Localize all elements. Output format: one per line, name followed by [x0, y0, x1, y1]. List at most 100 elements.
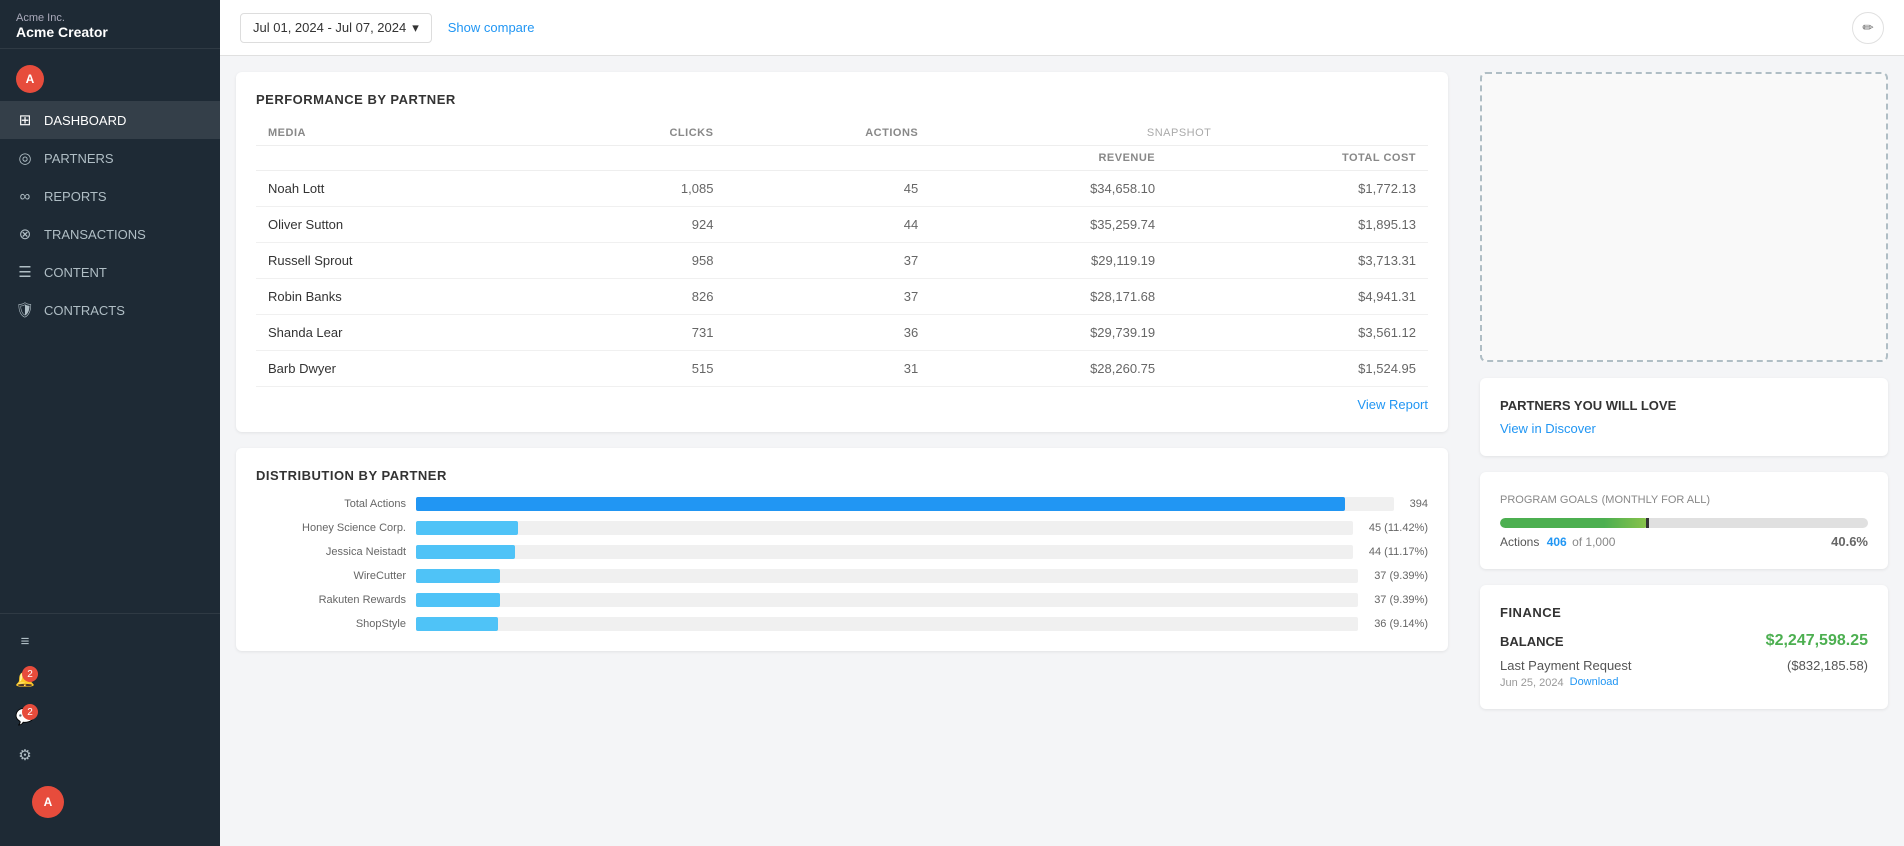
reports-icon: ∞: [16, 187, 34, 205]
col-total-cost: TOTAL COST: [1167, 146, 1428, 171]
sidebar-item-dashboard[interactable]: ⊞ DASHBOARD: [0, 101, 220, 139]
edit-button[interactable]: ✏: [1852, 12, 1884, 44]
performance-table-body: Noah Lott 1,085 45 $34,658.10 $1,772.13 …: [256, 171, 1428, 387]
sidebar-item-content[interactable]: ☰ CONTENT: [0, 253, 220, 291]
chat-wrap: 💬 2: [16, 708, 34, 726]
performance-card: PERFORMANCE BY PARTNER MEDIA CLICKS ACTI…: [236, 72, 1448, 432]
cell-clicks: 1,085: [545, 171, 726, 207]
cell-media: Oliver Sutton: [256, 207, 545, 243]
sidebar-item-transactions[interactable]: ⊗ TRANSACTIONS: [0, 215, 220, 253]
filter-icon: ≡: [16, 632, 34, 650]
dist-label: ShopStyle: [256, 618, 406, 630]
sidebar-notifications-row[interactable]: 🔔 2: [0, 660, 220, 698]
col-media: MEDIA: [256, 121, 545, 146]
sidebar-item-dashboard[interactable]: A: [0, 57, 220, 101]
partners-label: PARTNERS: [44, 151, 114, 166]
company-name: Acme Inc.: [16, 12, 204, 24]
dist-value: 44 (11.17%): [1369, 546, 1428, 558]
edit-icon: ✏: [1862, 20, 1873, 36]
dist-row: Jessica Neistadt44 (11.17%): [256, 545, 1428, 559]
cell-media: Shanda Lear: [256, 315, 545, 351]
main-panel: PERFORMANCE BY PARTNER MEDIA CLICKS ACTI…: [220, 56, 1464, 846]
sidebar-item-partners[interactable]: ◎ PARTNERS: [0, 139, 220, 177]
cell-media: Noah Lott: [256, 171, 545, 207]
cell-clicks: 826: [545, 279, 726, 315]
finance-card: FINANCE BALANCE $2,247,598.25 Last Payme…: [1480, 585, 1888, 709]
dist-bar-fill: [416, 545, 515, 559]
cell-actions: 31: [725, 351, 930, 387]
col-revenue: REVENUE: [930, 146, 1167, 171]
cell-revenue: $34,658.10: [930, 171, 1167, 207]
dist-bar-wrap: [416, 545, 1353, 559]
app-name: Acme Creator: [16, 24, 204, 40]
show-compare-button[interactable]: Show compare: [448, 20, 535, 35]
progress-bar-wrap: [1500, 518, 1868, 528]
view-report-button[interactable]: View Report: [1357, 397, 1428, 412]
download-link[interactable]: Download: [1570, 676, 1619, 688]
partners-love-title: PARTNERS YOU WILL LOVE: [1500, 398, 1868, 413]
topbar-right: ✏: [1852, 12, 1884, 44]
cell-actions: 37: [725, 279, 930, 315]
notifications-wrap: 🔔 2: [16, 670, 34, 688]
date-range-label: Jul 01, 2024 - Jul 07, 2024: [253, 20, 406, 35]
dist-label: Honey Science Corp.: [256, 522, 406, 534]
content-label: CONTENT: [44, 265, 107, 280]
performance-title: PERFORMANCE BY PARTNER: [256, 92, 1428, 107]
distribution-card: DISTRIBUTION BY PARTNER Total Actions394…: [236, 448, 1448, 651]
user-avatar[interactable]: A: [32, 786, 64, 818]
table-row: Oliver Sutton 924 44 $35,259.74 $1,895.1…: [256, 207, 1428, 243]
dist-bar-fill: [416, 593, 500, 607]
dist-label: Rakuten Rewards: [256, 594, 406, 606]
sidebar-chat-row[interactable]: 💬 2: [0, 698, 220, 736]
balance-amount: $2,247,598.25: [1766, 632, 1868, 650]
transactions-label: TRANSACTIONS: [44, 227, 146, 242]
sidebar: Acme Inc. Acme Creator A ⊞ DASHBOARD ◎ P…: [0, 0, 220, 846]
dist-row: Rakuten Rewards37 (9.39%): [256, 593, 1428, 607]
view-discover-button[interactable]: View in Discover: [1500, 421, 1596, 436]
contracts-label: CONTRACTS: [44, 303, 125, 318]
cell-actions: 37: [725, 243, 930, 279]
dist-value: 36 (9.14%): [1374, 618, 1428, 630]
sidebar-filter-icon-row[interactable]: ≡: [0, 622, 220, 660]
table-row: Robin Banks 826 37 $28,171.68 $4,941.31: [256, 279, 1428, 315]
cell-total-cost: $4,941.31: [1167, 279, 1428, 315]
progress-count: 406: [1547, 535, 1567, 549]
chat-badge: 2: [22, 704, 38, 720]
cell-revenue: $29,739.19: [930, 315, 1167, 351]
sidebar-settings-row[interactable]: ⚙: [0, 736, 220, 774]
content-area: PERFORMANCE BY PARTNER MEDIA CLICKS ACTI…: [220, 56, 1904, 846]
dist-bar-wrap: [416, 593, 1358, 607]
dist-bar-fill: [416, 497, 1345, 511]
cell-clicks: 515: [545, 351, 726, 387]
finance-title: FINANCE: [1500, 605, 1868, 620]
cell-clicks: 924: [545, 207, 726, 243]
dist-row: Total Actions394: [256, 497, 1428, 511]
partners-icon: ◎: [16, 149, 34, 167]
cell-revenue: $28,260.75: [930, 351, 1167, 387]
cell-media: Russell Sprout: [256, 243, 545, 279]
sidebar-nav: A ⊞ DASHBOARD ◎ PARTNERS ∞ REPORTS ⊗ TRA…: [0, 49, 220, 846]
payment-row: Last Payment Request Jun 25, 2024 Downlo…: [1500, 658, 1868, 689]
dashboard-avatar-icon: A: [16, 65, 44, 93]
view-report-row: View Report: [256, 387, 1428, 412]
date-range-button[interactable]: Jul 01, 2024 - Jul 07, 2024 ▾: [240, 13, 432, 43]
transactions-icon: ⊗: [16, 225, 34, 243]
performance-table: MEDIA CLICKS ACTIONS Snapshot REVENUE: [256, 121, 1428, 387]
snapshot-cols-row: REVENUE TOTAL COST: [256, 146, 1428, 171]
contracts-icon: 🛡: [16, 301, 34, 319]
sidebar-header: Acme Inc. Acme Creator: [0, 0, 220, 49]
table-row: Barb Dwyer 515 31 $28,260.75 $1,524.95: [256, 351, 1428, 387]
placeholder-card: [1480, 72, 1888, 362]
dist-value: 45 (11.42%): [1369, 522, 1428, 534]
main-area: Jul 01, 2024 - Jul 07, 2024 ▾ Show compa…: [220, 0, 1904, 846]
reports-label: REPORTS: [44, 189, 107, 204]
cell-revenue: $28,171.68: [930, 279, 1167, 315]
partners-love-card: PARTNERS YOU WILL LOVE View in Discover: [1480, 378, 1888, 456]
table-header-row: MEDIA CLICKS ACTIONS Snapshot: [256, 121, 1428, 146]
dist-value: 37 (9.39%): [1374, 570, 1428, 582]
cell-revenue: $35,259.74: [930, 207, 1167, 243]
sidebar-item-reports[interactable]: ∞ REPORTS: [0, 177, 220, 215]
balance-row: BALANCE $2,247,598.25: [1500, 632, 1868, 650]
sidebar-item-contracts[interactable]: 🛡 CONTRACTS: [0, 291, 220, 329]
distribution-title: DISTRIBUTION BY PARTNER: [256, 468, 1428, 483]
